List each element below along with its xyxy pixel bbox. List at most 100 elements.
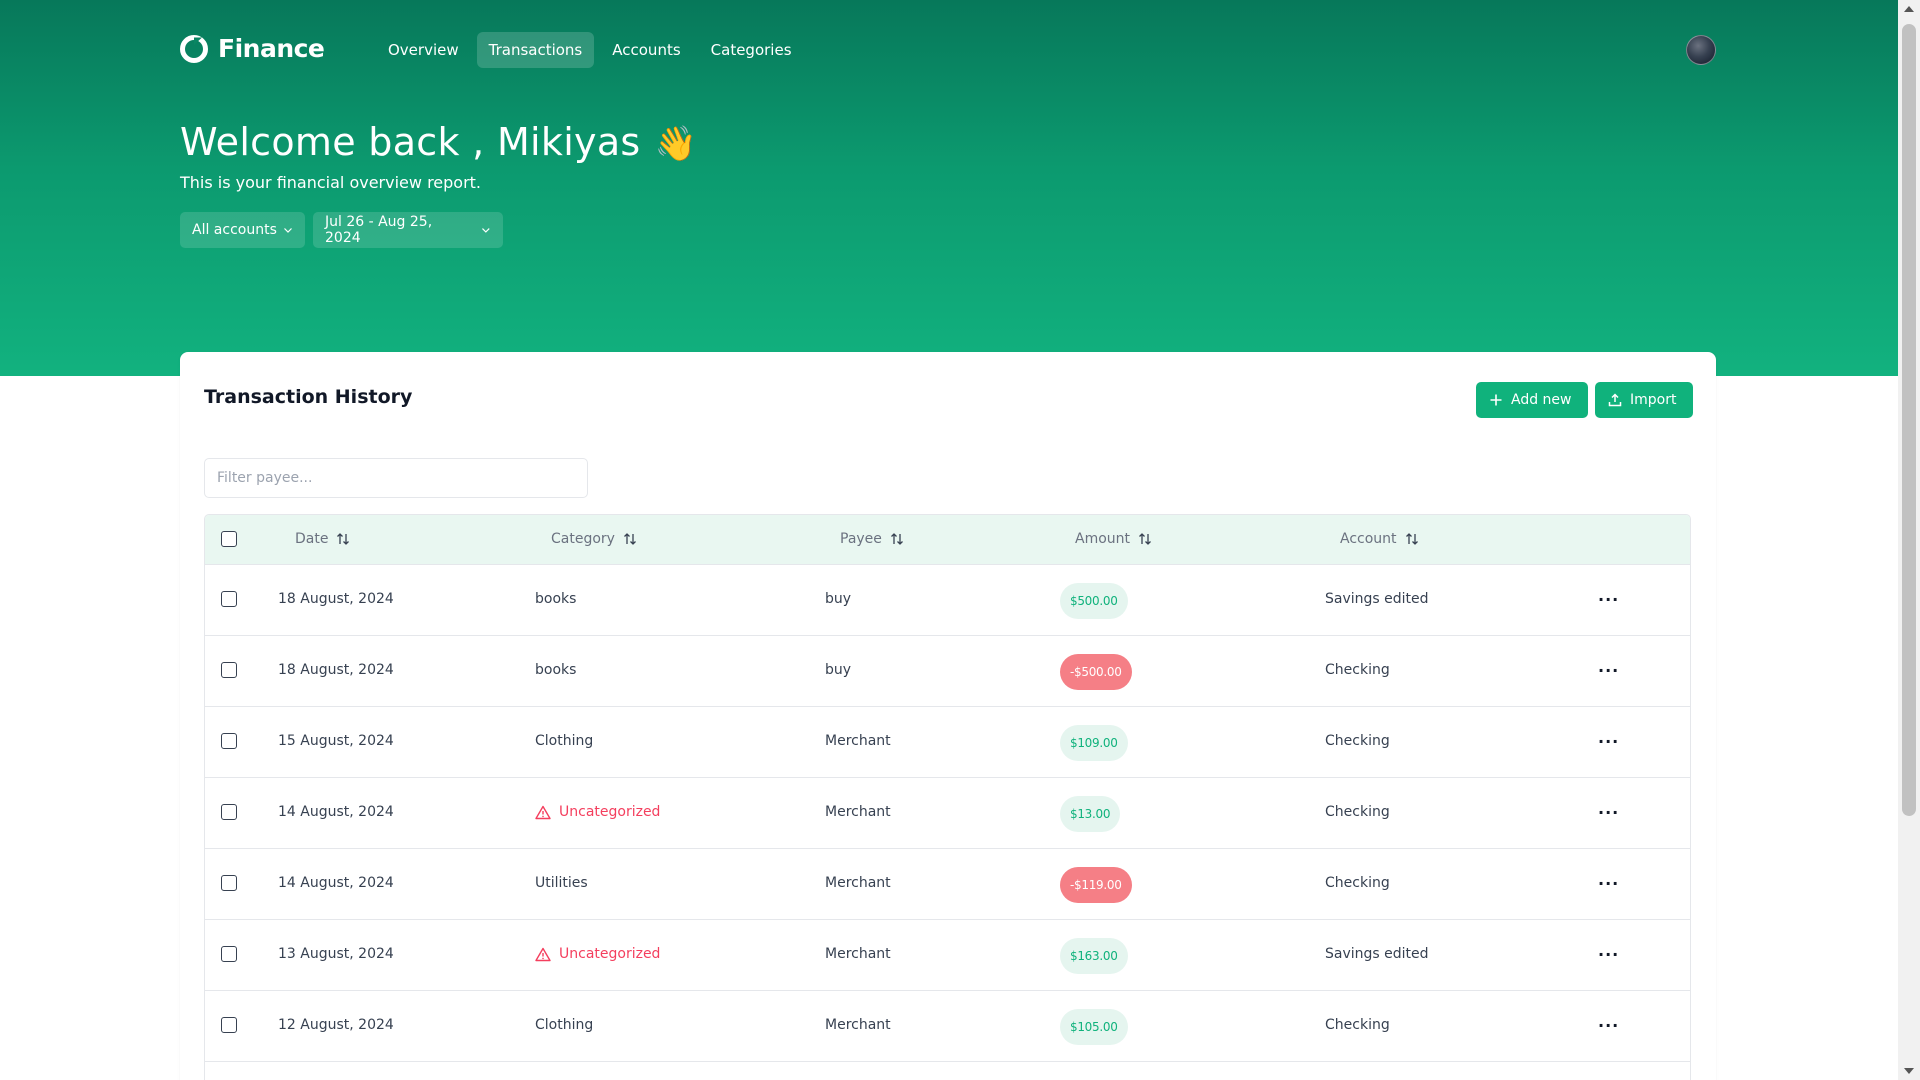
account-header-label: Account: [1340, 531, 1397, 547]
waving-hand-emoji: 👋: [654, 124, 698, 164]
category-label: Utilities: [535, 875, 588, 891]
account-filter-select[interactable]: All accounts: [180, 212, 305, 248]
nav-accounts[interactable]: Accounts: [600, 32, 692, 68]
row-account[interactable]: Checking: [1325, 662, 1390, 678]
scroll-down-arrow-icon[interactable]: [1904, 1068, 1914, 1074]
row-category[interactable]: books: [535, 591, 576, 607]
row-checkbox[interactable]: [221, 591, 237, 607]
row-checkbox[interactable]: [221, 946, 237, 962]
row-account[interactable]: Checking: [1325, 804, 1390, 820]
row-actions-menu-icon[interactable]: ···: [1598, 803, 1619, 822]
filter-payee-input[interactable]: [204, 458, 588, 498]
row-actions-menu-icon[interactable]: ···: [1598, 1016, 1619, 1035]
sort-icon: [623, 533, 636, 545]
amount-badge: $13.00: [1060, 796, 1121, 832]
account-column-header[interactable]: Account: [1340, 531, 1419, 547]
chevron-down-icon: [482, 228, 490, 233]
row-payee: buy: [825, 591, 852, 607]
import-button[interactable]: Import: [1595, 382, 1693, 418]
add-new-button[interactable]: Add new: [1476, 382, 1588, 418]
scrollbar-thumb[interactable]: [1902, 24, 1916, 816]
row-payee: Merchant: [825, 875, 891, 891]
row-account[interactable]: Savings edited: [1325, 946, 1429, 962]
row-category[interactable]: Clothing: [535, 733, 593, 749]
row-payee: Merchant: [825, 804, 891, 820]
select-all-checkbox[interactable]: [221, 531, 237, 547]
row-date: 14 August, 2024: [278, 875, 394, 891]
add-new-label: Add new: [1511, 392, 1572, 408]
category-label: books: [535, 662, 577, 678]
row-actions-menu-icon[interactable]: ···: [1598, 732, 1619, 751]
card-title: Transaction History: [204, 386, 413, 408]
row-category[interactable]: Clothing: [535, 1017, 593, 1033]
date-header-label: Date: [295, 531, 329, 547]
payee-column-header[interactable]: Payee: [840, 531, 904, 547]
amount-column-header[interactable]: Amount: [1075, 531, 1152, 547]
row-account[interactable]: Checking: [1325, 875, 1390, 891]
row-account[interactable]: Checking: [1325, 733, 1390, 749]
row-checkbox[interactable]: [221, 875, 237, 891]
row-checkbox[interactable]: [221, 662, 237, 678]
category-header-label: Category: [551, 531, 615, 547]
upload-icon: [1608, 393, 1622, 407]
table-row[interactable]: 12 August, 2024 Clothing Merchant $105.0…: [205, 991, 1690, 1062]
page-scrollbar[interactable]: [1898, 0, 1920, 1080]
table-row[interactable]: 18 August, 2024 books buy $500.00 Saving…: [205, 565, 1690, 636]
warning-triangle-icon: [535, 805, 551, 819]
row-actions-menu-icon[interactable]: ···: [1598, 661, 1619, 680]
category-label: Clothing: [535, 1017, 594, 1033]
brand-name: Finance: [218, 34, 325, 63]
row-category[interactable]: books: [535, 662, 576, 678]
chevron-down-icon: [283, 228, 292, 233]
table-row[interactable]: 15 August, 2024 Clothing Merchant $109.0…: [205, 707, 1690, 778]
table-row[interactable]: 14 August, 2024 Utilities Merchant -$119…: [205, 849, 1690, 920]
row-date: 12 August, 2024: [278, 1017, 394, 1033]
date-range-label: Jul 26 - Aug 25, 2024: [325, 214, 433, 246]
brand-logo[interactable]: Finance: [180, 34, 325, 63]
transactions-table: Date Category Payee Amount Account 18 Au…: [204, 514, 1691, 1080]
sort-icon: [1405, 533, 1418, 545]
sort-icon: [1139, 533, 1151, 545]
welcome-heading: Welcome back , Mikiyas 👋: [180, 120, 697, 164]
warning-triangle-icon: [535, 947, 551, 961]
table-row[interactable]: 13 August, 2024 Uncategorized Merchant $…: [205, 920, 1690, 991]
row-checkbox[interactable]: [221, 804, 237, 820]
row-date: 13 August, 2024: [278, 946, 394, 962]
nav-categories[interactable]: Categories: [699, 32, 804, 68]
category-label: Clothing: [535, 733, 594, 749]
transaction-history-card: Transaction History Add new Import Date …: [180, 352, 1716, 1080]
date-column-header[interactable]: Date: [295, 531, 350, 547]
row-payee: Merchant: [825, 1017, 891, 1033]
table-row[interactable]: 14 August, 2024 Uncategorized Merchant $…: [205, 778, 1690, 849]
sort-icon: [890, 533, 903, 545]
amount-badge: $500.00: [1060, 583, 1128, 619]
row-category[interactable]: Uncategorized: [535, 804, 660, 820]
welcome-text: Welcome back , Mikiyas: [180, 120, 641, 164]
payee-header-label: Payee: [840, 531, 882, 547]
row-account[interactable]: Checking: [1325, 1017, 1390, 1033]
row-category[interactable]: Uncategorized: [535, 946, 660, 962]
table-row[interactable]: 18 August, 2024 books buy -$500.00 Check…: [205, 636, 1690, 707]
nav-transactions[interactable]: Transactions: [476, 32, 595, 68]
import-label: Import: [1630, 392, 1677, 408]
user-avatar[interactable]: [1686, 35, 1716, 65]
category-column-header[interactable]: Category: [551, 531, 637, 547]
table-row[interactable]: [205, 1062, 1690, 1080]
plus-icon: [1490, 394, 1502, 406]
row-checkbox[interactable]: [221, 733, 237, 749]
row-payee: buy: [825, 662, 852, 678]
row-actions-menu-icon[interactable]: ···: [1598, 874, 1619, 893]
category-label: Uncategorized: [559, 804, 661, 820]
account-filter-label: All accounts: [192, 222, 277, 238]
date-range-picker[interactable]: Jul 26 - Aug 25, 2024: [313, 212, 503, 248]
row-actions-menu-icon[interactable]: ···: [1598, 590, 1619, 609]
row-category[interactable]: Utilities: [535, 875, 588, 891]
row-date: 18 August, 2024: [278, 662, 394, 678]
row-checkbox[interactable]: [221, 1017, 237, 1033]
scroll-up-arrow-icon[interactable]: [1904, 6, 1914, 12]
page-subtitle: This is your financial overview report.: [180, 173, 482, 192]
row-date: 18 August, 2024: [278, 591, 394, 607]
nav-overview[interactable]: Overview: [376, 32, 471, 68]
row-account[interactable]: Savings edited: [1325, 591, 1429, 607]
row-actions-menu-icon[interactable]: ···: [1598, 945, 1619, 964]
